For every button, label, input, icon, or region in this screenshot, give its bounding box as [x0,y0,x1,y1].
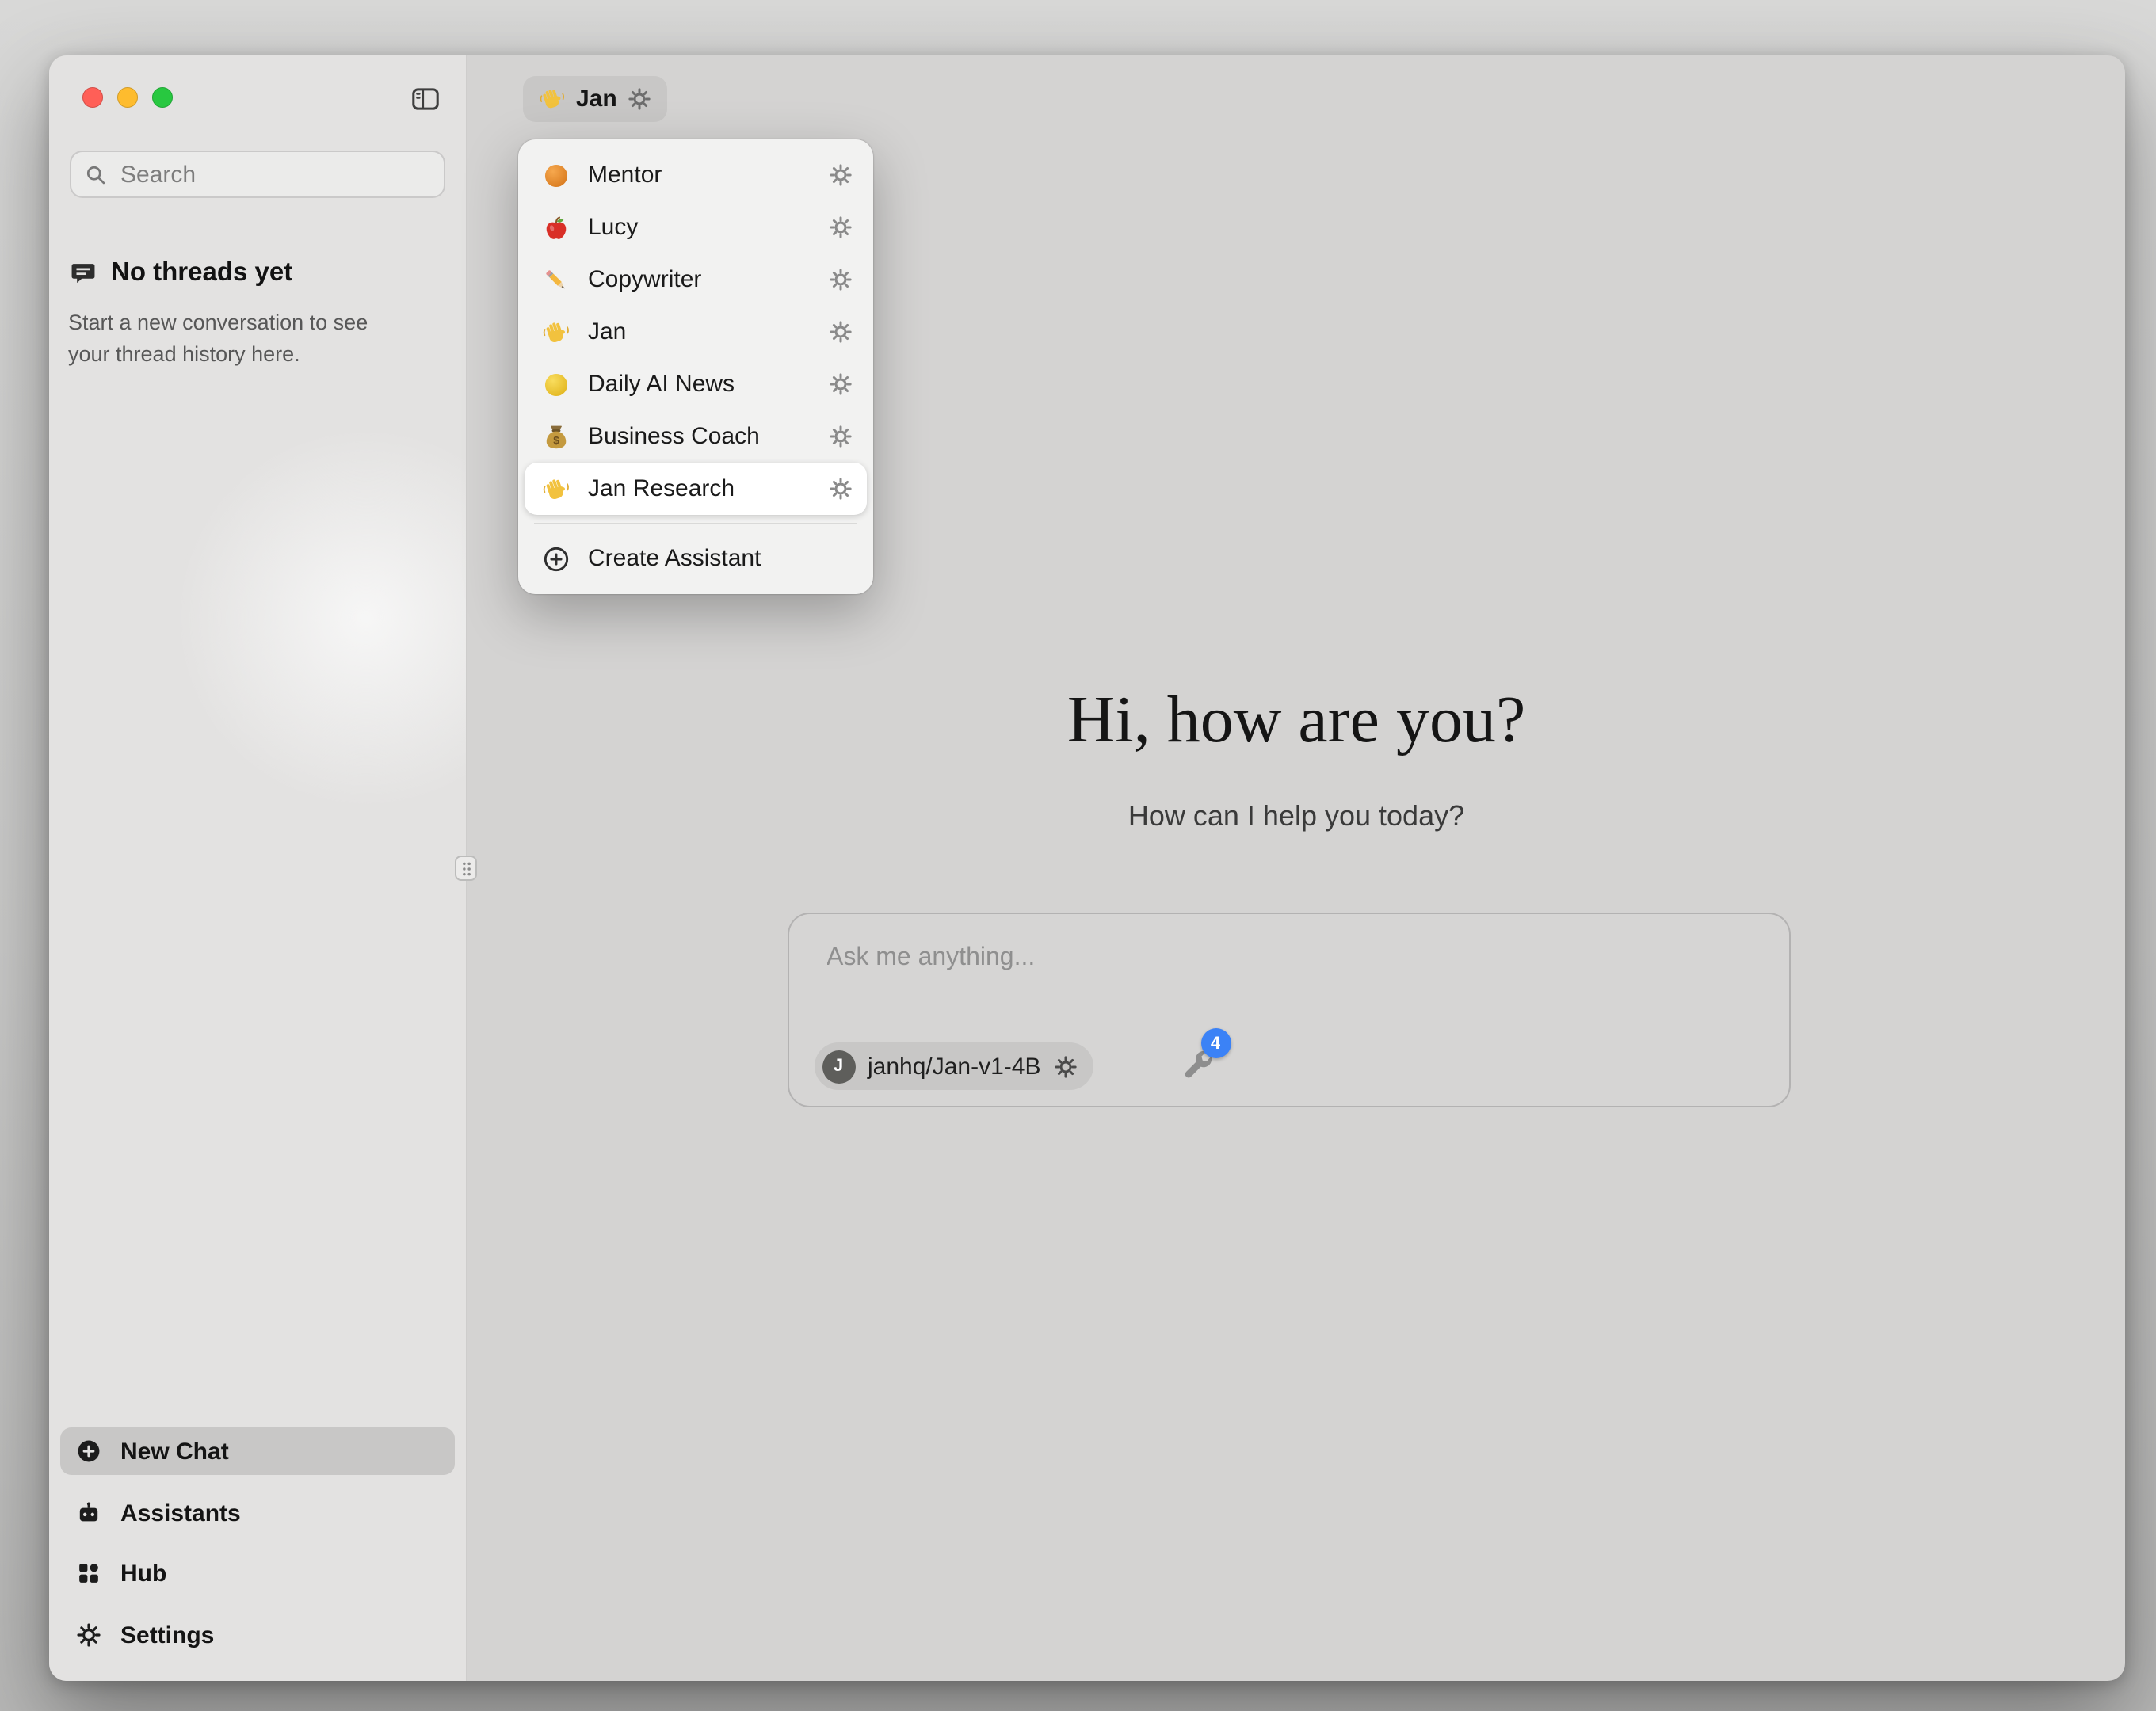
composer-card: J janhq/Jan-v1-4B 4 [787,913,1790,1107]
zoom-window-button[interactable] [152,87,173,108]
assistant-menu-item-label: Jan [588,318,811,345]
assistant-menu-item-lucy[interactable]: Lucy [525,201,867,253]
money-bag-icon [542,422,570,451]
menu-divider [534,523,857,524]
search-input[interactable] [117,159,431,189]
assistants-icon [76,1500,101,1526]
gear-icon[interactable] [829,320,853,344]
yellow-circle-icon [542,370,570,398]
sidebar-item-label: Assistants [120,1500,241,1526]
assistant-menu: Mentor Lucy Copywriter Jan [518,139,873,594]
empty-threads-title-text: No threads yet [111,258,292,288]
gear-icon[interactable] [829,425,853,448]
assistant-menu-item-copywriter[interactable]: Copywriter [525,253,867,306]
create-assistant-button[interactable]: Create Assistant [525,532,867,585]
create-assistant-label: Create Assistant [588,545,853,572]
model-name: janhq/Jan-v1-4B [868,1053,1040,1080]
empty-threads-line2: your thread history here. [68,339,433,371]
drag-dots-icon [460,859,471,877]
orange-circle-icon [542,161,570,189]
sidebar-item-hub[interactable]: Hub [60,1549,455,1597]
chat-bubble-icon [70,260,97,287]
sidebar-item-assistants[interactable]: Assistants [60,1489,455,1537]
desktop: No threads yet Start a new conversation … [0,0,2156,1711]
greeting-title: Hi, how are you? [467,683,2125,759]
sidebar-resize-handle[interactable] [455,856,477,881]
plus-outline-icon [542,544,570,573]
red-apple-icon [542,213,570,242]
assistant-menu-item-jan[interactable]: Jan [525,306,867,358]
sidebar-item-label: Settings [120,1621,214,1648]
sidebar-item-new-chat[interactable]: New Chat [60,1427,455,1475]
gear-icon[interactable] [829,215,853,239]
pencil-icon [542,265,570,294]
window-controls [82,87,173,108]
gear-icon [76,1622,101,1648]
greeting-subtitle: How can I help you today? [467,800,2125,833]
model-avatar: J [822,1050,855,1083]
assistant-menu-item-mentor[interactable]: Mentor [525,149,867,201]
gear-icon[interactable] [829,268,853,292]
search-icon [84,162,108,186]
assistant-menu-item-label: Lucy [588,214,811,241]
gear-icon[interactable] [829,477,853,501]
assistant-menu-item-label: Mentor [588,162,811,189]
minimize-window-button[interactable] [117,87,138,108]
assistant-menu-item-label: Business Coach [588,423,811,450]
sidebar: No threads yet Start a new conversation … [49,55,467,1681]
empty-threads-subtext: Start a new conversation to see your thr… [68,307,433,371]
assistant-menu-item-daily-ai-news[interactable]: Daily AI News [525,358,867,410]
assistant-menu-item-label: Copywriter [588,266,811,293]
assistant-selector-label: Jan [576,86,617,112]
assistant-menu-item-business-coach[interactable]: Business Coach [525,410,867,463]
empty-threads-title: No threads yet [70,258,292,288]
waving-hand-icon [538,86,565,112]
tools-count-badge: 4 [1200,1028,1231,1058]
app-window: No threads yet Start a new conversation … [49,55,2125,1681]
sidebar-item-label: Hub [120,1560,166,1587]
gear-icon[interactable] [628,87,652,111]
empty-threads-line1: Start a new conversation to see [68,307,433,339]
main-content: Jan Mentor Lucy Copywriter [467,55,2125,1681]
hub-grid-icon [76,1560,101,1586]
assistant-menu-item-label: Jan Research [588,475,811,502]
message-input[interactable] [823,943,1717,974]
assistant-menu-item-label: Daily AI News [588,371,811,398]
search-field[interactable] [70,151,445,198]
waving-hand-icon [542,474,570,503]
model-selector-button[interactable]: J janhq/Jan-v1-4B [814,1042,1093,1090]
gear-icon[interactable] [1053,1054,1077,1078]
plus-circle-icon [76,1439,101,1464]
assistant-selector-button[interactable]: Jan [522,76,668,122]
close-window-button[interactable] [82,87,103,108]
waving-hand-icon [542,318,570,346]
sidebar-item-settings[interactable]: Settings [60,1611,455,1659]
gear-icon[interactable] [829,163,853,187]
gear-icon[interactable] [829,372,853,396]
sidebar-item-label: New Chat [120,1438,229,1465]
assistant-menu-item-jan-research[interactable]: Jan Research [525,463,867,515]
sidebar-toggle-icon[interactable] [410,84,441,114]
